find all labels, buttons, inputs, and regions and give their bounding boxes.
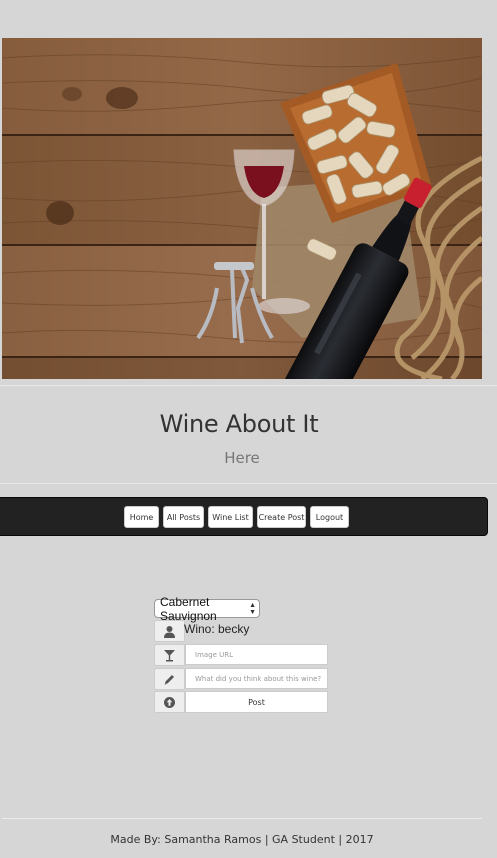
select-arrows-icon: ▲ ▼	[249, 602, 256, 616]
navbar: Home All Posts Wine List Create Post Log…	[0, 497, 488, 536]
divider	[2, 818, 482, 819]
wine-select[interactable]: Cabernet Sauvignon ▲ ▼	[154, 595, 260, 623]
review-input[interactable]	[185, 668, 328, 689]
glass-icon	[154, 644, 185, 666]
site-subtitle: Here	[224, 449, 260, 467]
upload-icon	[154, 691, 185, 713]
pencil-icon	[154, 668, 185, 690]
footer-text: Made By: Samantha Ramos | GA Student | 2…	[110, 833, 374, 846]
nav-all-posts-button[interactable]: All Posts	[163, 506, 204, 528]
hero-image	[2, 38, 482, 379]
nav-wine-list-button[interactable]: Wine List	[208, 506, 253, 528]
wine-select-value: Cabernet Sauvignon	[160, 594, 217, 623]
nav-create-post-button[interactable]: Create Post	[257, 506, 306, 528]
site-title: Wine About It	[159, 410, 319, 438]
divider	[0, 483, 497, 484]
wino-label: Wino: becky	[184, 622, 250, 636]
user-icon	[154, 620, 185, 642]
image-url-input[interactable]	[185, 644, 328, 665]
nav-logout-button[interactable]: Logout	[310, 506, 349, 528]
divider	[0, 385, 497, 386]
post-button[interactable]: Post	[185, 691, 328, 713]
nav-home-button[interactable]: Home	[124, 506, 159, 528]
